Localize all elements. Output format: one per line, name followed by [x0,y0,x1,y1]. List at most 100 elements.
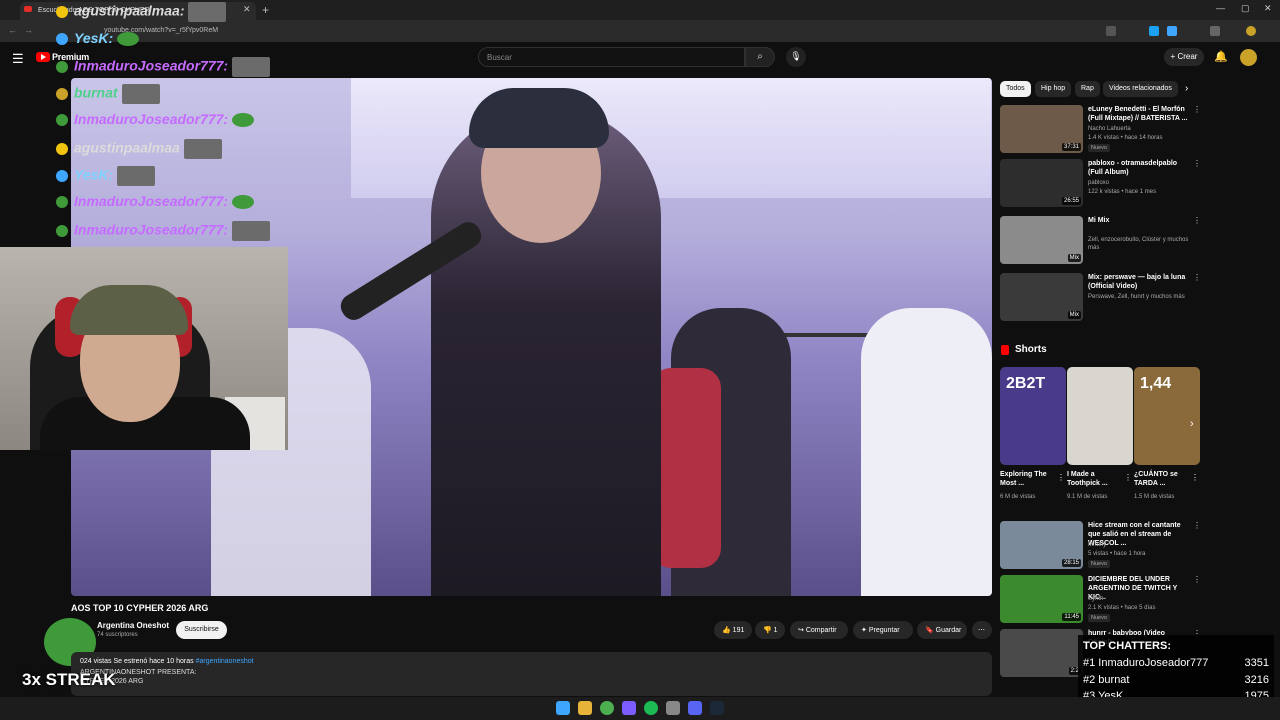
more-options-icon[interactable]: ⋮ [1193,105,1201,114]
hashtag-link[interactable]: #argentinaoneshot [196,658,254,665]
more-options-icon[interactable]: ⋮ [1193,216,1201,225]
discord-icon[interactable] [688,701,702,715]
chat-message: agustinpaalmaa: [56,2,227,26]
more-options-icon[interactable]: ⋮ [1193,273,1201,282]
recommended-meta: 5 vistas • hace 1 hora [1088,551,1146,557]
video-thumbnail[interactable]: Mix [1000,216,1083,264]
recommended-title[interactable]: Mi Mix [1088,216,1188,225]
short-thumbnail[interactable] [1067,367,1133,465]
short-views: 6 M de vistas [1000,494,1036,500]
video-thumbnail[interactable]: Mix [1000,273,1083,321]
recommended-channel: Synth [1088,596,1104,602]
shorts-heading: Shorts [1015,344,1047,355]
chat-badge-icon [56,33,68,46]
recommended-meta: 122 k vistas • hace 1 mes [1088,189,1157,195]
like-button[interactable]: 👍 191 [714,621,752,639]
app-icon[interactable] [666,701,680,715]
more-options-icon[interactable]: ⋮ [1193,521,1201,530]
shorts-next-icon[interactable]: › [1190,418,1194,430]
thumbs-up-icon: 👍 [722,627,731,634]
create-button[interactable]: + Crear [1164,48,1204,66]
ask-button[interactable]: ✦ Preguntar [853,621,913,639]
file-explorer-icon[interactable] [578,701,592,715]
new-badge: Nuevo [1088,144,1110,152]
chip-rap[interactable]: Rap [1075,81,1100,97]
video-thumbnail[interactable]: 37:31 [1000,105,1083,153]
spotify-icon[interactable] [644,701,658,715]
recommended-video[interactable]: 11:45 DICIEMBRE DEL UNDER ARGENTINO DE TW… [1000,575,1201,627]
mic-icon[interactable]: 🎙 [786,47,806,67]
start-icon[interactable] [556,701,570,715]
app-icon[interactable] [622,701,636,715]
chat-badge-icon [56,114,68,127]
chat-message: InmaduroJoseador777: [56,221,271,245]
recommended-video[interactable]: Mix Mi Mix Zell, enzocerobuito, Clúster y … [1000,216,1201,268]
video-thumbnail[interactable]: 28:15 [1000,521,1083,569]
chip-videos-relacionados[interactable]: Videos relacionados [1103,81,1178,97]
subscribe-button[interactable]: Suscribirse [176,621,227,639]
chat-message: InmaduroJoseador777: [56,193,255,217]
close-window-icon[interactable]: ✕ [1264,3,1272,14]
recommended-title[interactable]: Mix: perswave — bajo la luna (Official V… [1088,273,1188,291]
chevron-right-icon[interactable]: › [1185,83,1188,94]
minimize-icon[interactable]: — [1216,3,1225,13]
video-thumbnail[interactable]: 26:55 [1000,159,1083,207]
share-button[interactable]: ↪ Compartir [790,621,848,639]
more-options-icon[interactable]: ⋮ [1193,159,1201,168]
chrome-icon[interactable] [600,701,614,715]
steam-icon[interactable] [710,701,724,715]
like-count: 191 [732,627,745,634]
search-icon[interactable]: ⌕ [745,47,775,67]
top-chatter-row: #1 InmaduroJoseador777 3351 [1083,657,1269,669]
chat-username: YesK: [74,30,114,46]
sparkle-icon: ✦ [861,627,867,634]
avatar[interactable] [1240,49,1257,66]
short-title[interactable]: Exploring The Most ... [1000,470,1056,488]
video-thumbnail[interactable]: 2:2 [1000,629,1083,677]
download-icon[interactable] [1210,26,1220,36]
profile-icon[interactable] [1246,26,1256,36]
chat-username: InmaduroJoseador777: [74,221,229,238]
recommended-title[interactable]: pabloxo - otramasdelpablo (Full Album) [1088,159,1188,177]
extension-icon[interactable] [1167,26,1177,36]
save-button[interactable]: 🔖 Guardar [917,621,967,639]
short-title[interactable]: I Made a Toothpick ... [1067,470,1123,488]
extension-icon[interactable] [1149,26,1159,36]
chip-hip-hop[interactable]: Hip hop [1035,81,1072,97]
share-icon: ↪ [798,627,804,634]
more-actions-icon[interactable]: ⋯ [972,621,992,639]
search-input[interactable]: Buscar [478,47,745,67]
more-options-icon[interactable]: ⋮ [1057,473,1065,482]
forward-icon[interactable]: → [24,25,33,35]
tab-close-icon[interactable]: ✕ [243,4,251,15]
chat-emote-icon [232,195,255,210]
recommended-video[interactable]: 37:31 eLuney Benedetti - El Morfón (Full … [1000,105,1201,157]
short-thumbnail[interactable]: 1,44 [1134,367,1200,465]
recommended-video[interactable]: Mix Mix: perswave — bajo la luna (Officia… [1000,273,1201,325]
video-thumbnail[interactable]: 11:45 [1000,575,1083,623]
hamburger-menu-icon[interactable]: ☰ [12,51,24,67]
top-chatter-name: #1 InmaduroJoseador777 [1083,657,1209,669]
recommended-video[interactable]: 26:55 pabloxo - otramasdelpablo (Full Alb… [1000,159,1201,211]
recommended-video[interactable]: 28:15 Hice stream con el cantante que sal… [1000,521,1201,573]
short-thumbnail[interactable]: 2B2T [1000,367,1066,465]
channel-name[interactable]: Argentina Oneshot [97,621,169,630]
dislike-button[interactable]: 👎 1 [755,621,785,639]
maximize-icon[interactable]: ▢ [1241,3,1250,14]
new-tab-icon[interactable]: + [262,3,269,17]
chip-todos[interactable]: Todos [1000,81,1031,97]
extension-icon[interactable] [1106,26,1116,36]
more-options-icon[interactable]: ⋮ [1124,473,1132,482]
chat-emote-icon [183,139,222,159]
more-options-icon[interactable]: ⋮ [1193,575,1201,584]
more-options-icon[interactable]: ⋮ [1191,473,1199,482]
short-views: 1.5 M de vistas [1134,494,1175,500]
notifications-bell-icon[interactable]: 🔔 [1214,50,1228,63]
recommended-channel: Nacho Lahuerta [1088,126,1131,132]
short-title[interactable]: ¿CUÁNTO se TARDA ... [1134,470,1190,488]
chat-emote-icon [232,113,255,128]
recommended-title[interactable]: eLuney Benedetti - El Morfón (Full Mixta… [1088,105,1188,123]
youtube-play-icon [41,54,46,60]
chat-badge-icon [56,170,68,182]
back-icon[interactable]: ← [8,25,17,35]
